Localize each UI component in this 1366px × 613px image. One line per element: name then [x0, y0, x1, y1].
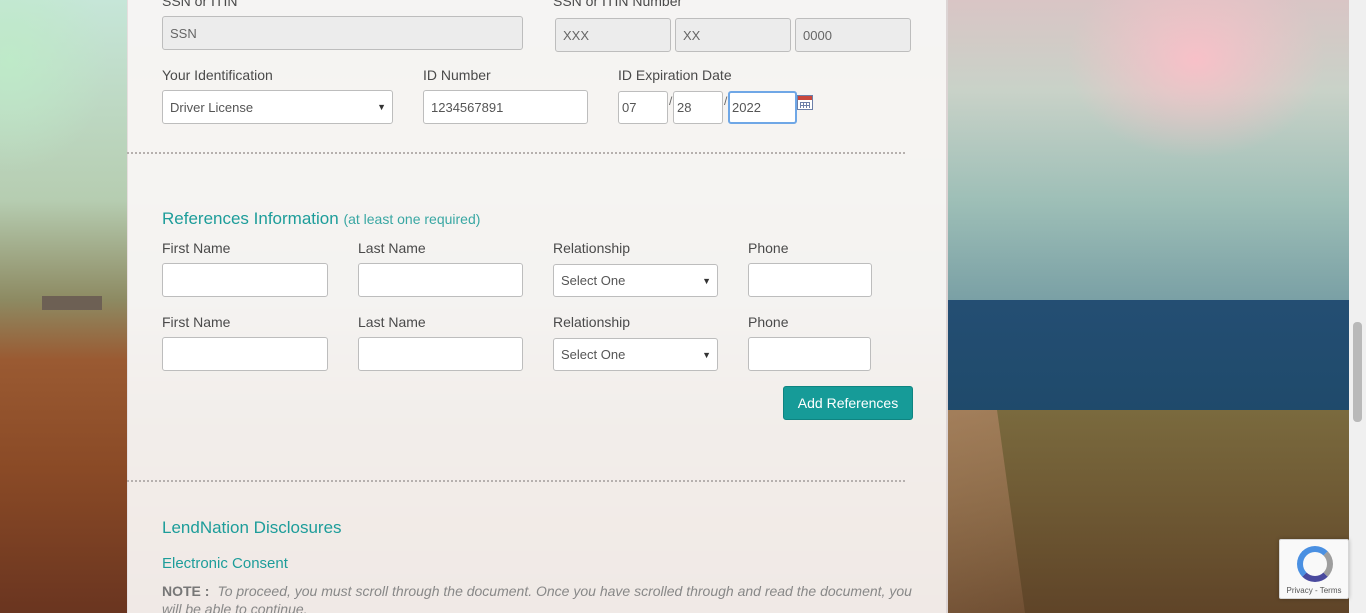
- id-number-label: ID Number: [423, 67, 491, 83]
- background-path: [948, 410, 1025, 613]
- recaptcha-badge[interactable]: Privacy - Terms: [1279, 539, 1349, 599]
- reference-1-first-name-label: First Name: [162, 240, 231, 256]
- reference-2-phone-label: Phone: [748, 314, 789, 330]
- id-expiration-label: ID Expiration Date: [618, 67, 732, 83]
- id-type-value: Driver License: [170, 99, 254, 115]
- id-exp-day-field[interactable]: 28: [673, 91, 723, 124]
- add-references-button[interactable]: Add References: [783, 386, 913, 420]
- reference-1-last-name-label: Last Name: [358, 240, 426, 256]
- ssn-number-label: SSN or ITIN Number: [553, 0, 683, 9]
- note-text: To proceed, you must scroll through the …: [162, 583, 912, 613]
- reference-1-last-name-field[interactable]: [358, 263, 523, 297]
- references-title-text: References Information: [162, 209, 339, 228]
- references-subtitle: (at least one required): [343, 211, 481, 227]
- background-left-landscape: [0, 0, 128, 613]
- date-separator: /: [669, 94, 673, 108]
- id-exp-month-field[interactable]: 07: [618, 91, 668, 124]
- background-glow: [1066, 0, 1326, 160]
- chevron-down-icon: ▼: [702, 349, 711, 360]
- reference-2-phone-field[interactable]: [748, 337, 871, 371]
- reference-1-relationship-label: Relationship: [553, 240, 631, 256]
- chevron-down-icon: ▼: [702, 275, 711, 286]
- reference-2-first-name-field[interactable]: [162, 337, 328, 371]
- note-label: NOTE :: [162, 583, 210, 599]
- reference-2-relationship-value: Select One: [561, 347, 626, 362]
- section-divider: [127, 152, 905, 154]
- section-divider: [127, 480, 905, 482]
- background-house: [42, 296, 102, 310]
- ssn-part-2-field[interactable]: XX: [675, 18, 791, 52]
- reference-1-relationship-value: Select One: [561, 273, 626, 288]
- ssn-label: SSN or ITIN: [162, 0, 238, 9]
- id-type-select[interactable]: Driver License ▼: [162, 90, 393, 124]
- reference-2-relationship-label: Relationship: [553, 314, 631, 330]
- consent-note: NOTE : To proceed, you must scroll throug…: [162, 582, 912, 613]
- reference-2-last-name-field[interactable]: [358, 337, 523, 371]
- page-scrollbar[interactable]: [1349, 0, 1366, 613]
- reference-1-relationship-select[interactable]: Select One ▼: [553, 264, 718, 297]
- disclosures-title: LendNation Disclosures: [162, 518, 342, 537]
- reference-1-first-name-field[interactable]: [162, 263, 328, 297]
- reference-2-first-name-label: First Name: [162, 314, 231, 330]
- id-number-field[interactable]: 1234567891: [423, 90, 588, 124]
- date-separator: /: [724, 94, 728, 108]
- recaptcha-links[interactable]: Privacy - Terms: [1280, 586, 1348, 595]
- calendar-icon[interactable]: [797, 95, 813, 110]
- id-exp-year-field[interactable]: 2022: [728, 91, 797, 124]
- reference-2-relationship-select[interactable]: Select One ▼: [553, 338, 718, 371]
- ssn-part-3-field[interactable]: 0000: [795, 18, 911, 52]
- scrollbar-thumb[interactable]: [1353, 322, 1362, 422]
- reference-1-phone-field[interactable]: [748, 263, 872, 297]
- id-type-label: Your Identification: [162, 67, 273, 83]
- chevron-down-icon: ▼: [377, 102, 386, 112]
- reference-2-last-name-label: Last Name: [358, 314, 426, 330]
- electronic-consent-heading: Electronic Consent: [162, 555, 288, 572]
- ssn-type-field[interactable]: SSN: [162, 16, 523, 50]
- references-title: References Information (at least one req…: [162, 209, 480, 229]
- ssn-part-1-field[interactable]: XXX: [555, 18, 671, 52]
- reference-1-phone-label: Phone: [748, 240, 789, 256]
- recaptcha-icon: [1297, 546, 1333, 582]
- background-right-landscape: [948, 0, 1366, 613]
